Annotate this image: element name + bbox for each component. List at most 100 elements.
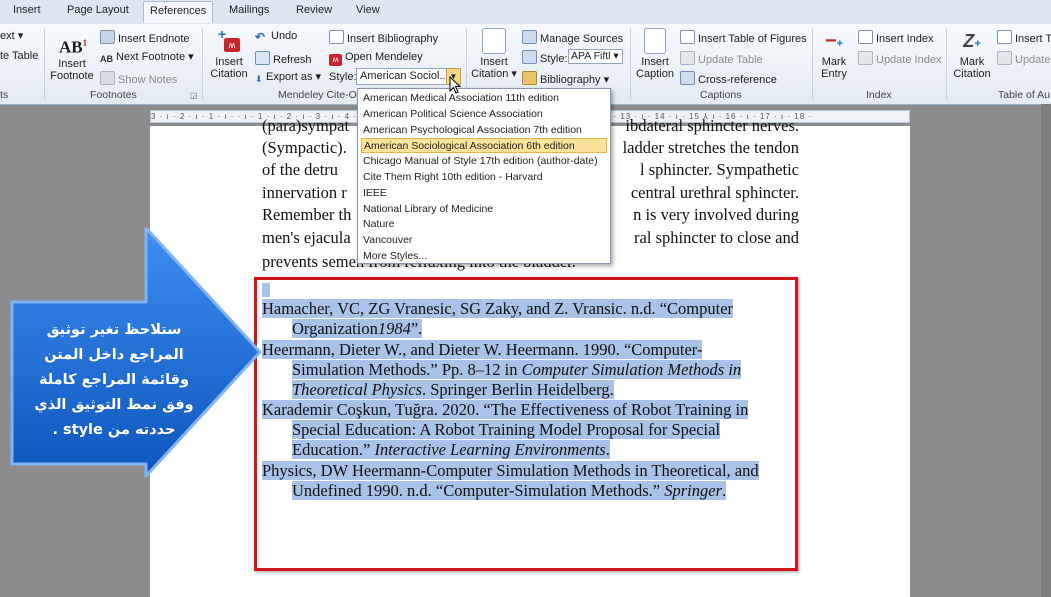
toa-group-label: Table of Au bbox=[998, 89, 1050, 101]
mark-citation-button[interactable]: Z+ Mark Citation bbox=[950, 28, 994, 80]
insert-table-of-figures-button[interactable]: Insert Table of Figures bbox=[680, 30, 807, 46]
tab-page-layout[interactable]: Page Layout bbox=[67, 4, 129, 16]
update-table-button[interactable]: Update Table bbox=[680, 51, 763, 67]
undo-label: Undo bbox=[271, 30, 298, 42]
style-option[interactable]: IEEE bbox=[361, 186, 607, 201]
insert-bibliography-button[interactable]: Insert Bibliography bbox=[329, 30, 438, 46]
mendeley-logo-icon: ʍ bbox=[329, 54, 342, 66]
body-line-right[interactable]: n is very involved during bbox=[633, 205, 799, 225]
show-notes-icon bbox=[100, 71, 115, 85]
style-combobox[interactable]: American Sociol... bbox=[356, 68, 459, 85]
refresh-button[interactable]: Refresh bbox=[255, 51, 312, 67]
more-styles-item[interactable]: More Styles... bbox=[361, 249, 607, 264]
insert-citation-button[interactable]: Insert Citation ▾ bbox=[470, 28, 518, 80]
style-option[interactable]: American Sociological Association 6th ed… bbox=[361, 138, 607, 154]
style-option[interactable]: American Political Science Association bbox=[361, 107, 607, 122]
insert-footnote-button[interactable]: AB1 Insert Footnote bbox=[48, 30, 96, 82]
body-line-right[interactable]: ladder stretches the tendon bbox=[623, 138, 799, 158]
mouse-cursor-icon bbox=[449, 76, 462, 94]
body-line-right[interactable]: ral sphincter to close and bbox=[634, 228, 799, 248]
bibliography-icon bbox=[329, 30, 344, 44]
mark-citation-icon: Z+ bbox=[963, 31, 981, 51]
mendeley-insert-citation-button[interactable]: + ʍ Insert Citation bbox=[206, 27, 252, 80]
mendeley-group-label: Mendeley Cite-O bbox=[278, 89, 357, 101]
citation-style-combobox[interactable]: APA Fiftl ▾ bbox=[568, 49, 623, 64]
body-line-left[interactable]: (Sympactic). bbox=[262, 138, 347, 158]
bibliography-label: Bibliography ▾ bbox=[540, 74, 610, 86]
index-group-label: Index bbox=[866, 89, 892, 101]
group-separator bbox=[44, 28, 45, 100]
caption-icon bbox=[644, 28, 666, 54]
callout-line: حددته من style . bbox=[52, 422, 176, 438]
insert-index-icon bbox=[858, 30, 873, 44]
mark-entry-button[interactable]: −+ Mark Entry bbox=[815, 28, 853, 80]
endnote-icon bbox=[100, 30, 115, 44]
body-line-left[interactable]: of the detru bbox=[262, 160, 338, 180]
body-line-right[interactable]: central urethral sphincter. bbox=[631, 183, 799, 203]
body-line-left[interactable]: innervation r bbox=[262, 183, 347, 203]
style-option[interactable]: Nature bbox=[361, 217, 607, 232]
manage-sources-icon bbox=[522, 30, 537, 44]
mendeley-citation-icon: + ʍ bbox=[216, 27, 242, 54]
style-option[interactable]: National Library of Medicine bbox=[361, 202, 607, 217]
insert-endnote-button[interactable]: Insert Endnote bbox=[100, 30, 190, 46]
insert-table-of-authorities-button[interactable]: Insert T bbox=[997, 30, 1051, 46]
insert-index-label: Insert Index bbox=[876, 33, 934, 45]
export-icon: ⬇ bbox=[255, 74, 263, 84]
insert-index-button[interactable]: Insert Index bbox=[858, 30, 933, 46]
group-separator bbox=[812, 28, 813, 100]
tab-mailings[interactable]: Mailings bbox=[229, 4, 269, 16]
undo-button[interactable]: ↶ Undo bbox=[255, 30, 298, 44]
group-separator bbox=[202, 28, 203, 100]
style-option[interactable]: Chicago Manual of Style 17th edition (au… bbox=[361, 154, 607, 169]
bibliography-books-icon bbox=[522, 71, 537, 85]
update-index-icon bbox=[858, 51, 873, 65]
citation-icon bbox=[482, 28, 506, 54]
body-line-left[interactable]: (para)sympat bbox=[262, 116, 349, 136]
mark-citation-label: Mark Citation bbox=[953, 56, 991, 80]
style-option[interactable]: American Psychological Association 7th e… bbox=[361, 123, 607, 138]
show-notes-button[interactable]: Show Notes bbox=[100, 71, 177, 87]
body-line-right[interactable]: l sphincter. Sympathetic bbox=[640, 160, 799, 180]
manage-sources-button[interactable]: Manage Sources bbox=[522, 30, 623, 46]
vertical-scrollbar[interactable] bbox=[1041, 104, 1051, 597]
mendeley-insert-citation-label: Insert Citation bbox=[210, 56, 248, 80]
tab-insert[interactable]: Insert bbox=[13, 4, 41, 16]
insert-table-of-figures-label: Insert Table of Figures bbox=[698, 33, 807, 45]
callout-text: ستلاحظ تغير توثيق المراجع داخل المتن وقائم… bbox=[18, 318, 210, 443]
insert-bibliography-label: Insert Bibliography bbox=[347, 33, 439, 45]
open-mendeley-button[interactable]: ʍ Open Mendeley bbox=[329, 51, 423, 66]
body-line-left[interactable]: Remember th bbox=[262, 205, 351, 225]
tab-view[interactable]: View bbox=[356, 4, 380, 16]
open-mendeley-label: Open Mendeley bbox=[345, 51, 423, 63]
citation-style-text: Style: bbox=[540, 53, 568, 65]
export-as-button[interactable]: ⬇ Export as ▾ bbox=[255, 71, 321, 85]
body-line-right[interactable]: ibdateral sphincter nerves. bbox=[625, 116, 799, 136]
insert-endnote-label: Insert Endnote bbox=[118, 33, 190, 45]
update-toa-button[interactable]: Update bbox=[997, 51, 1050, 67]
insert-caption-button[interactable]: Insert Caption bbox=[633, 28, 677, 80]
tab-review[interactable]: Review bbox=[296, 4, 332, 16]
tab-references[interactable]: References bbox=[143, 1, 214, 23]
cross-reference-button[interactable]: Cross-reference bbox=[680, 71, 777, 87]
highlight-frame bbox=[254, 277, 798, 571]
callout-line: وقائمة المراجع كاملة bbox=[38, 372, 190, 388]
style-option[interactable]: Vancouver bbox=[361, 233, 607, 248]
refresh-label: Refresh bbox=[273, 54, 312, 66]
next-footnote-button[interactable]: AB Next Footnote ▾ bbox=[100, 51, 194, 65]
style-option[interactable]: Cite Them Right 10th edition - Harvard bbox=[361, 170, 607, 185]
style-option[interactable]: American Medical Association 11th editio… bbox=[361, 91, 607, 106]
body-line-left[interactable]: men's ejacula bbox=[262, 228, 351, 248]
callout-line: وفق نمط التوثيق الذي bbox=[34, 397, 194, 413]
mark-entry-icon: −+ bbox=[824, 30, 844, 52]
callout-line: ستلاحظ تغير توثيق bbox=[46, 322, 182, 338]
update-index-button[interactable]: Update Index bbox=[858, 51, 941, 67]
manage-sources-label: Manage Sources bbox=[540, 33, 624, 45]
update-table-partial-button[interactable]: te Table bbox=[0, 50, 38, 63]
insert-footnote-label: Insert Footnote bbox=[50, 58, 94, 82]
update-toa-label: Update bbox=[1015, 54, 1051, 66]
dialog-launcher-icon[interactable]: ◲ bbox=[190, 91, 198, 100]
export-as-label: Export as ▾ bbox=[266, 71, 322, 83]
toc-partial-button[interactable]: ext ▾ bbox=[0, 30, 23, 43]
bibliography-button[interactable]: Bibliography ▾ bbox=[522, 71, 609, 87]
